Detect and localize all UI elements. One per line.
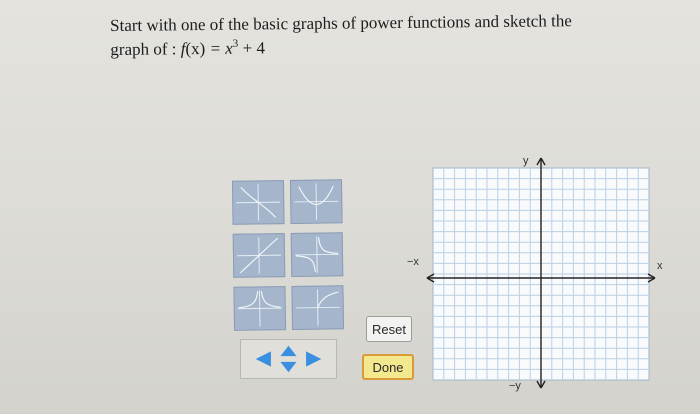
- function-argument: (x): [185, 39, 206, 59]
- neg-x-axis-label: −x: [407, 256, 419, 268]
- question-text: Start with one of the basic graphs of po…: [110, 8, 670, 64]
- question-line-2: graph of : f(x) = x3 + 4: [110, 32, 670, 64]
- power-graph-tile-2[interactable]: [289, 179, 343, 224]
- move-control[interactable]: [240, 339, 337, 379]
- graph-canvas[interactable]: y −x x −y: [405, 148, 675, 394]
- power-graph-tile-3[interactable]: [232, 233, 286, 278]
- coordinate-grid[interactable]: y −x x −y: [405, 148, 675, 394]
- function-equals: = x: [205, 38, 233, 59]
- graph-of-label: graph of :: [110, 39, 181, 59]
- power-graph-tile-6-icon: [295, 289, 340, 326]
- power-graph-tile-3-icon: [237, 237, 281, 274]
- function-constant: + 4: [238, 38, 265, 58]
- power-graph-tile-5[interactable]: [233, 286, 287, 331]
- move-arrows-icon: [255, 345, 322, 373]
- function-formula: f(x) = x3 + 4: [181, 37, 265, 59]
- y-axis-label: y: [523, 155, 529, 167]
- power-graph-tile-1-icon: [236, 184, 281, 221]
- neg-y-axis-label: −y: [509, 380, 521, 392]
- power-graph-tile-6[interactable]: [291, 285, 345, 330]
- power-graph-tile-5-icon: [237, 290, 282, 327]
- function-exponent: 3: [232, 37, 239, 50]
- power-graph-tile-4[interactable]: [290, 232, 344, 277]
- power-graph-tile-4-icon: [295, 236, 339, 273]
- basic-graph-palette: [231, 179, 349, 331]
- power-graph-tile-2-icon: [294, 183, 339, 220]
- power-graph-tile-1[interactable]: [231, 180, 285, 225]
- x-axis-label: x: [657, 260, 663, 272]
